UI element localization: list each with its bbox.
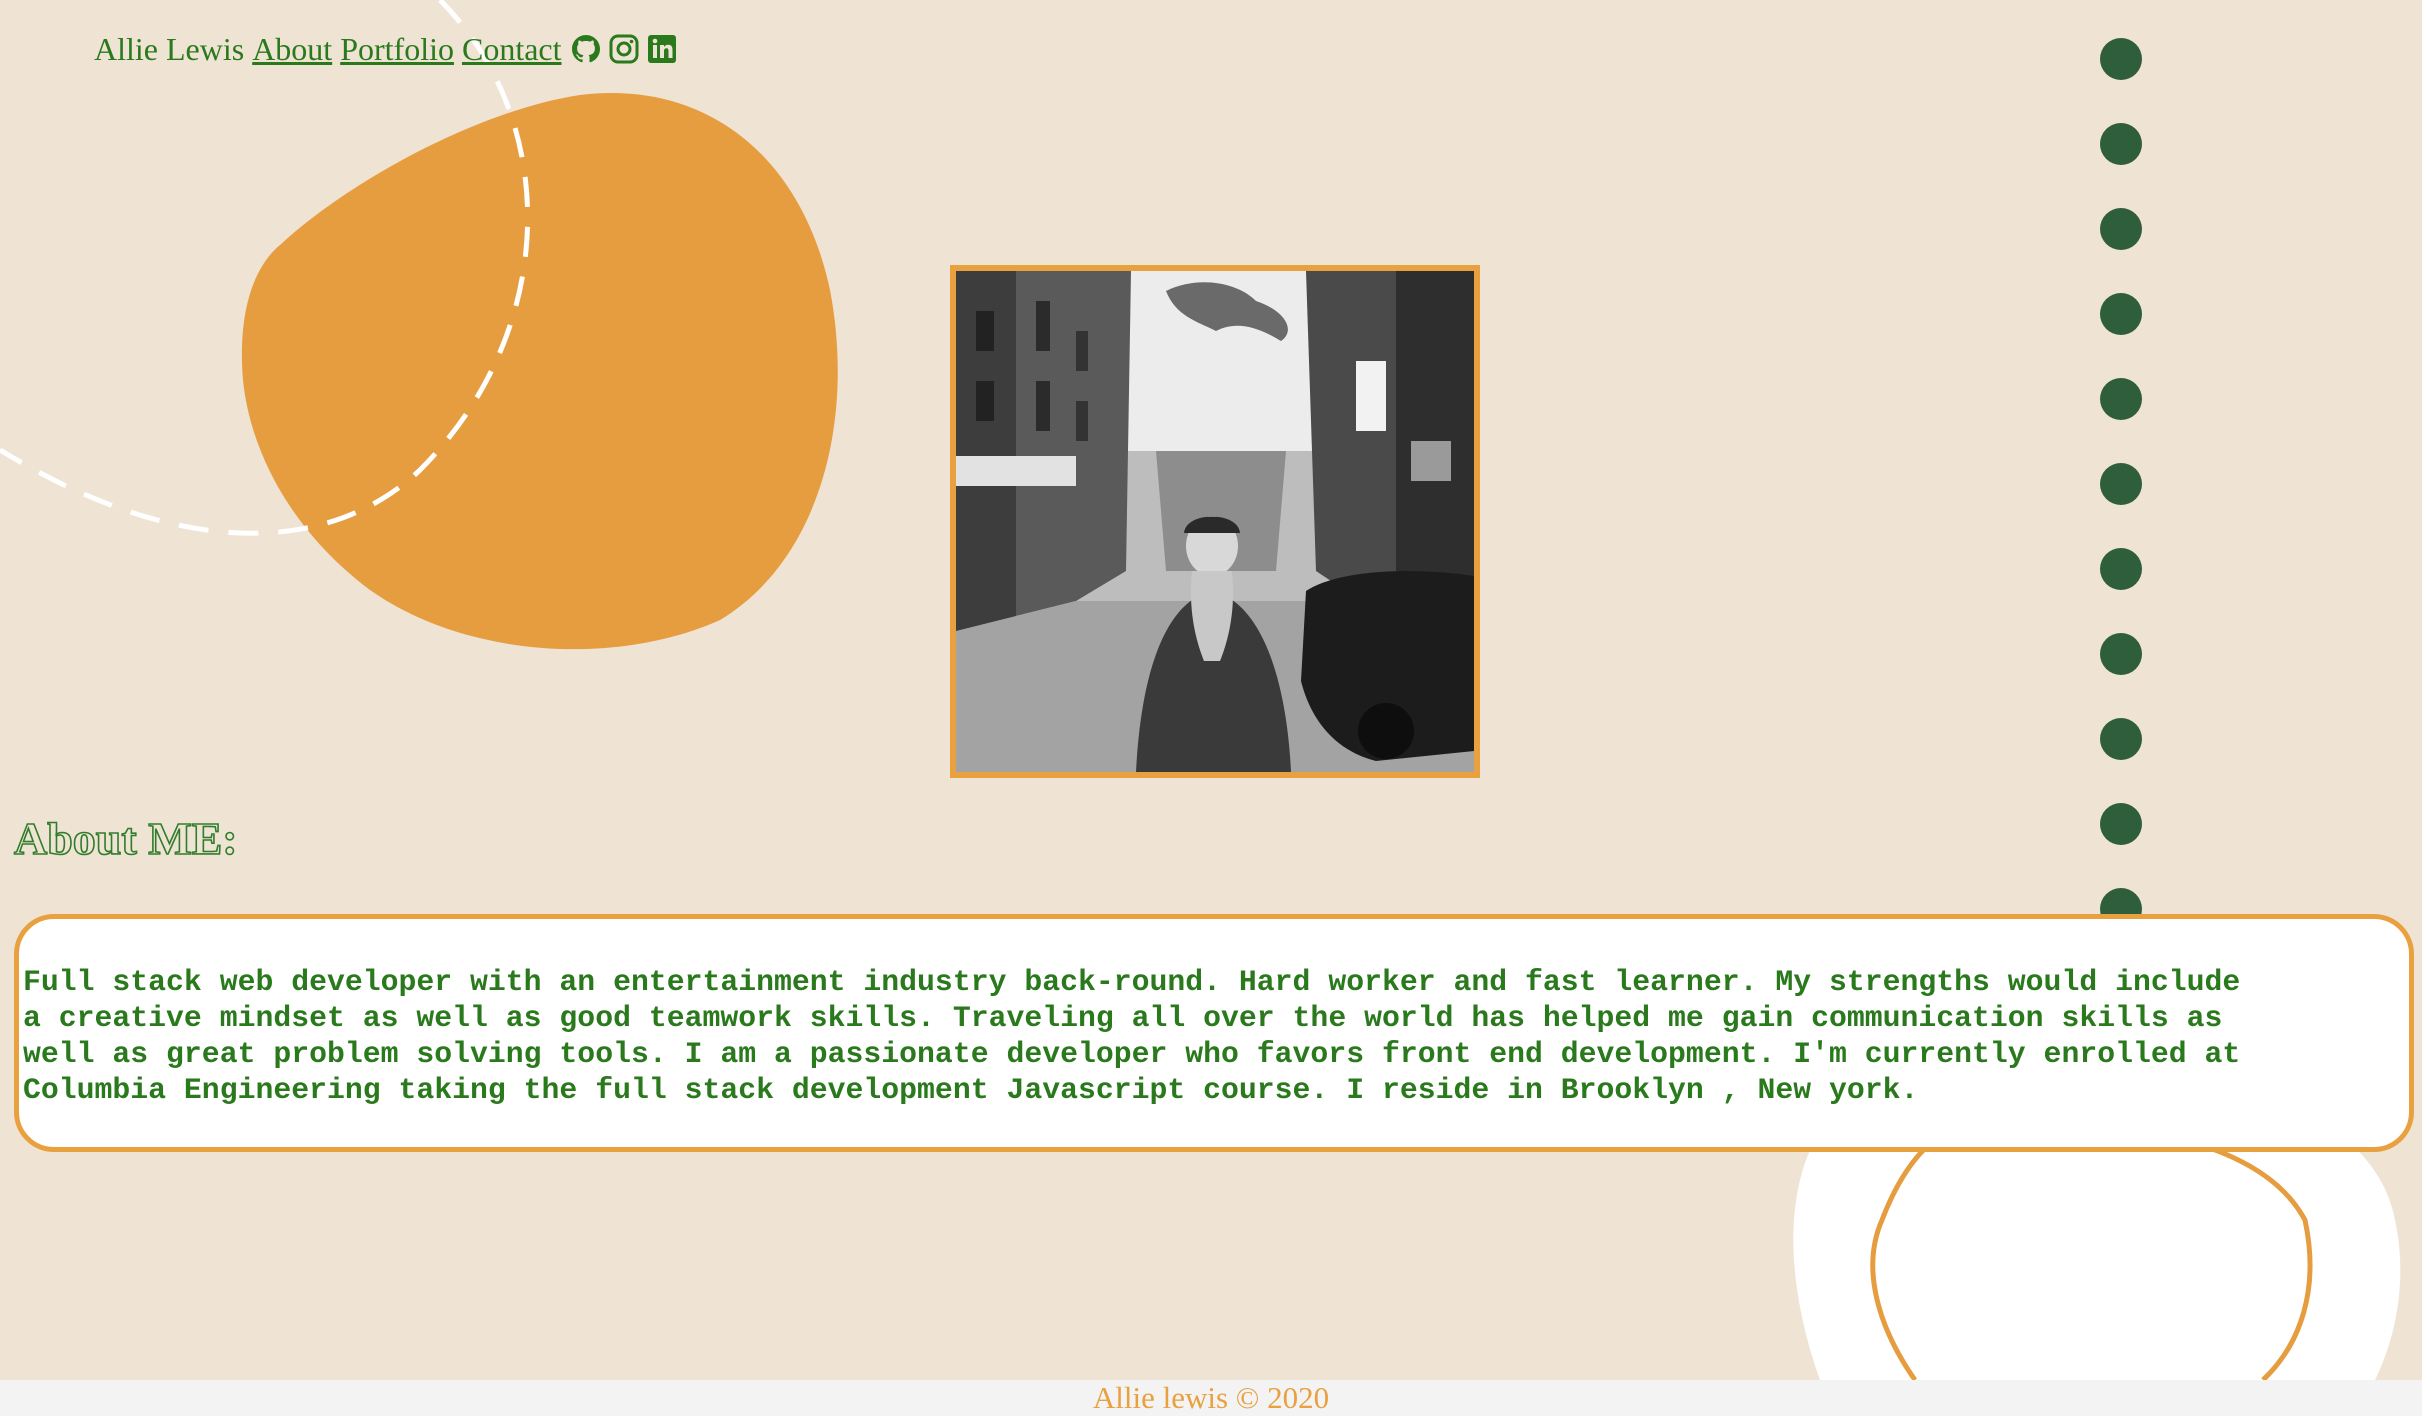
top-navbar: Allie Lewis About Portfolio Contact	[94, 24, 684, 74]
about-heading: About ME:	[13, 812, 238, 865]
about-line: a creative mindset as well as good teamw…	[23, 1001, 2223, 1035]
linkedin-icon[interactable]	[646, 33, 678, 65]
profile-photo	[950, 265, 1480, 778]
about-line: Full stack web developer with an enterta…	[23, 965, 2241, 999]
site-brand: Allie Lewis	[94, 30, 245, 67]
about-line: well as great problem solving tools. I a…	[23, 1037, 2241, 1071]
nav-link-portfolio[interactable]: Portfolio	[340, 31, 454, 68]
page-footer: Allie lewis © 2020	[0, 1380, 2422, 1416]
nav-link-contact[interactable]: Contact	[462, 31, 562, 68]
instagram-icon[interactable]	[608, 33, 640, 65]
github-icon[interactable]	[570, 33, 602, 65]
dot-column	[2100, 38, 2142, 930]
about-panel: Full stack web developer with an enterta…	[14, 914, 2414, 1152]
about-line: Columbia Engineering taking the full sta…	[23, 1073, 1919, 1107]
footer-copyright: Allie lewis © 2020	[1092, 1380, 1330, 1415]
orange-blob	[241, 93, 838, 650]
nav-link-about[interactable]: About	[252, 31, 332, 68]
about-text: Full stack web developer with an enterta…	[23, 964, 2409, 1108]
